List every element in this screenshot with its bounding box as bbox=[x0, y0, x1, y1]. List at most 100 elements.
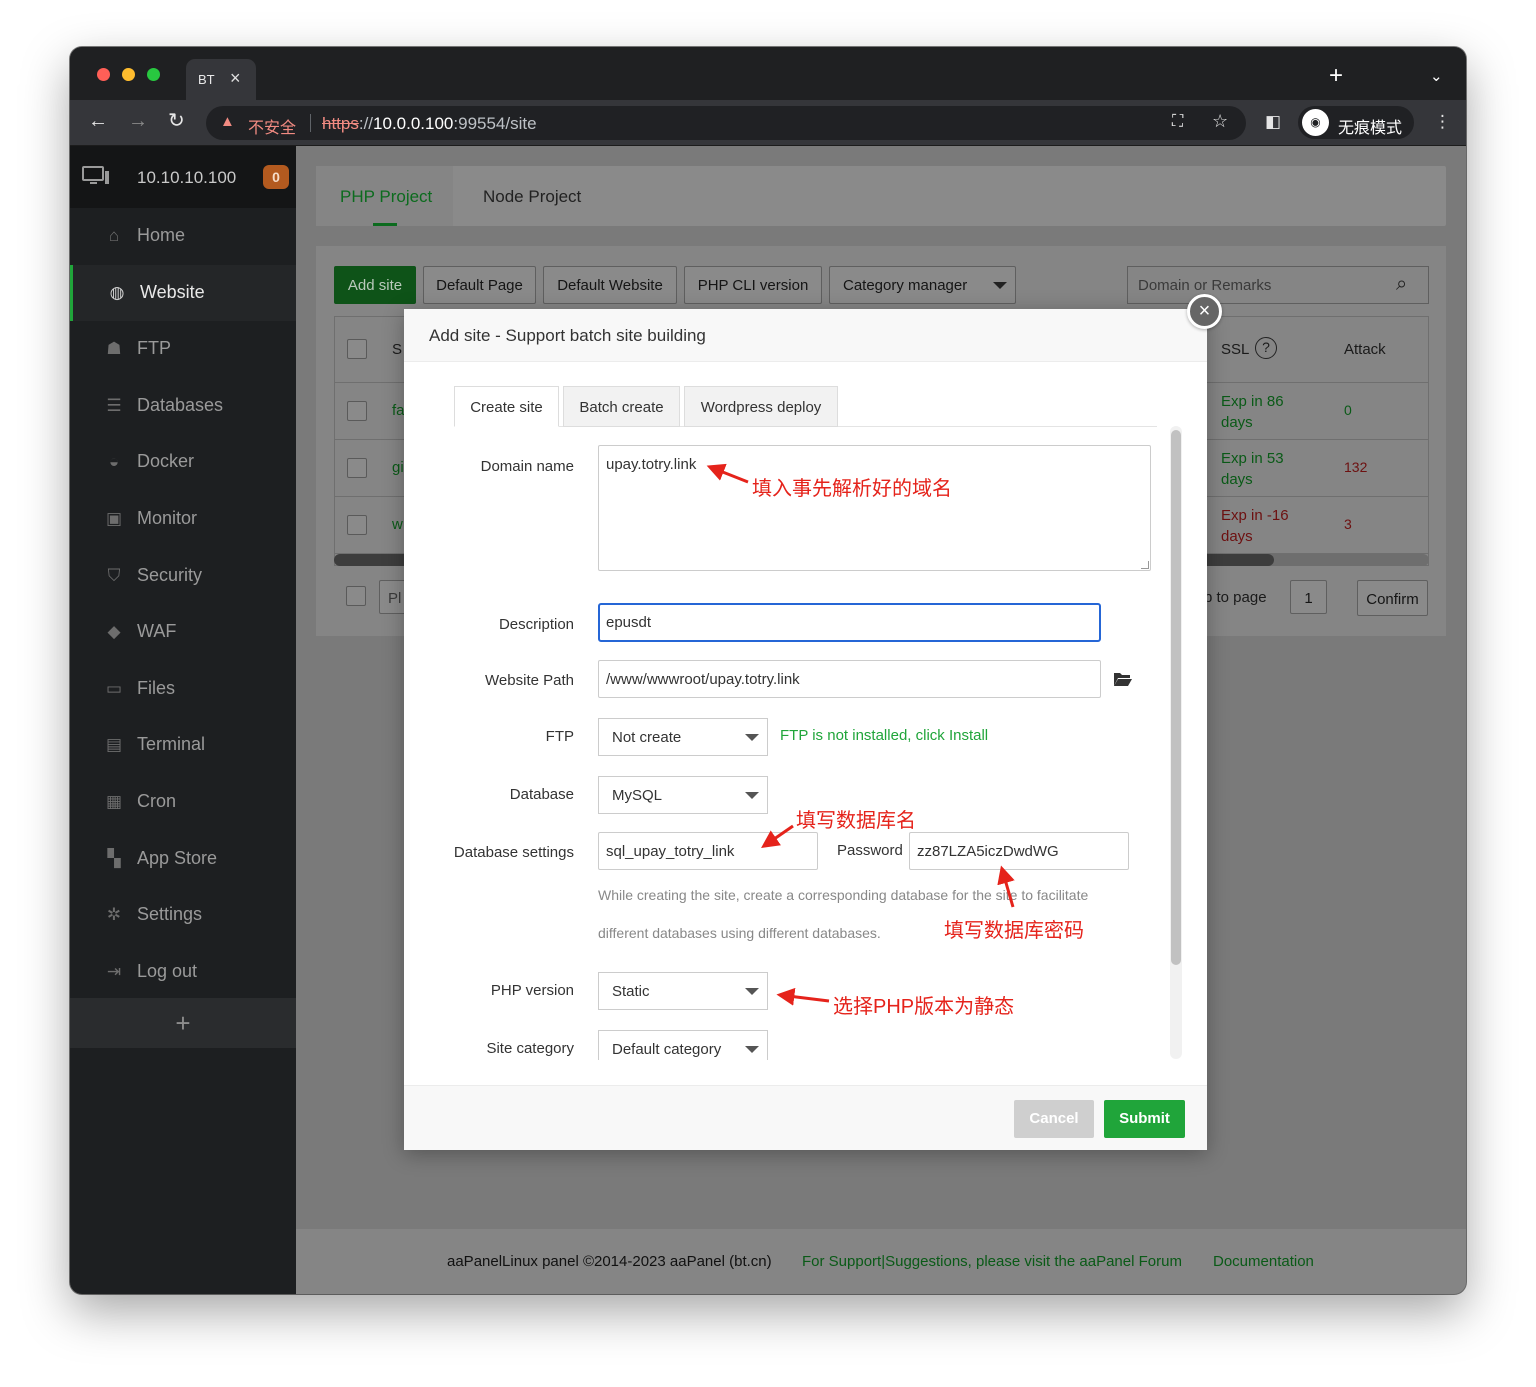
submit-button[interactable]: Submit bbox=[1104, 1100, 1185, 1138]
ssl-status[interactable]: Exp in 53 days bbox=[1221, 448, 1301, 490]
sidepanel-icon[interactable]: ◧ bbox=[1265, 112, 1281, 132]
incognito-badge[interactable]: ◉ 无痕模式 bbox=[1298, 106, 1414, 139]
sidebar-item-label: Docker bbox=[137, 451, 195, 472]
sidebar-add-button[interactable]: + bbox=[70, 998, 296, 1048]
ftp-icon: ☗ bbox=[106, 339, 122, 359]
waf-icon: ◆ bbox=[107, 622, 121, 642]
sidebar-item-waf[interactable]: ◆ WAF bbox=[70, 604, 296, 660]
sidebar-item-terminal[interactable]: ▤ Terminal bbox=[70, 717, 296, 773]
tab-node-project-label: Node Project bbox=[483, 187, 582, 206]
sidebar-item-label: Databases bbox=[137, 394, 224, 415]
tab-close-icon[interactable]: × bbox=[230, 68, 241, 89]
arrow-to-db-name bbox=[761, 824, 794, 849]
add-site-dialog: Add site - Support batch site building C… bbox=[404, 309, 1207, 1150]
sidebar-item-log-out[interactable]: ⇥ Log out bbox=[70, 944, 296, 1000]
incognito-label: 无痕模式 bbox=[1338, 120, 1403, 137]
terminal-icon: ▤ bbox=[105, 735, 123, 755]
forward-arrow-icon[interactable]: → bbox=[128, 110, 148, 132]
row-checkbox[interactable] bbox=[347, 458, 367, 478]
globe-icon: ◍ bbox=[109, 282, 125, 302]
sidebar-item-home[interactable]: ⌂ Home bbox=[70, 208, 296, 264]
minimize-window-button[interactable] bbox=[122, 68, 135, 81]
sidebar-item-label: Files bbox=[137, 677, 176, 698]
header-ssl[interactable]: SSL bbox=[1221, 341, 1249, 358]
tab-search-chevron-icon[interactable]: ⌄ bbox=[1430, 67, 1443, 85]
sidebar-item-cron[interactable]: ▦ Cron bbox=[70, 774, 296, 830]
site-name-link[interactable]: fa bbox=[392, 402, 405, 419]
sidebar-item-files[interactable]: ▭ Files bbox=[70, 661, 296, 717]
sidebar-item-label: Website bbox=[140, 281, 205, 302]
gear-icon: ✲ bbox=[106, 905, 122, 925]
page-number-input[interactable]: 1 bbox=[1290, 580, 1327, 614]
header-attack[interactable]: Attack bbox=[1344, 341, 1386, 358]
docker-icon: ◒ bbox=[108, 452, 120, 472]
new-tab-icon[interactable]: + bbox=[1329, 64, 1343, 88]
reload-icon[interactable]: ↻ bbox=[168, 110, 185, 132]
sidebar-item-label: Security bbox=[137, 564, 203, 585]
close-window-button[interactable] bbox=[97, 68, 110, 81]
row-checkbox[interactable] bbox=[347, 401, 367, 421]
site-name-link[interactable]: gi bbox=[392, 459, 404, 476]
insecure-label: 不安全 bbox=[248, 120, 297, 137]
attack-count[interactable]: 0 bbox=[1344, 402, 1352, 418]
attack-count[interactable]: 132 bbox=[1344, 459, 1367, 475]
sidebar-item-label: Cron bbox=[137, 791, 177, 811]
tab-strip: BT × + ⌄ bbox=[70, 47, 1466, 100]
php-cli-version-button[interactable]: PHP CLI version bbox=[684, 266, 822, 304]
sidebar-item-app-store[interactable]: ▚ App Store bbox=[70, 831, 296, 887]
footer-docs-link[interactable]: Documentation bbox=[1213, 1253, 1314, 1270]
ssl-status[interactable]: Exp in 86 days bbox=[1221, 391, 1301, 433]
tab-php-project[interactable]: PHP Project bbox=[316, 166, 453, 226]
jump-to-page-label: p to page bbox=[1204, 589, 1267, 606]
warning-icon: ▲ bbox=[220, 113, 235, 130]
sidebar-item-ftp[interactable]: ☗ FTP bbox=[70, 321, 296, 377]
sidebar-item-monitor[interactable]: ▣ Monitor bbox=[70, 491, 296, 547]
chevron-down-icon bbox=[993, 282, 1007, 289]
sidebar-item-website[interactable]: ◍ Website bbox=[70, 264, 296, 321]
back-arrow-icon[interactable]: ← bbox=[88, 110, 108, 132]
add-site-button[interactable]: Add site bbox=[334, 266, 416, 304]
cancel-button[interactable]: Cancel bbox=[1014, 1100, 1094, 1138]
sidebar-item-security[interactable]: ⛉ Security bbox=[70, 548, 296, 604]
help-icon[interactable]: ? bbox=[1255, 337, 1277, 359]
batch-select-checkbox[interactable] bbox=[346, 586, 366, 606]
sidebar-item-docker[interactable]: ◒ Docker bbox=[70, 434, 296, 490]
footer-copyright: aaPanelLinux panel ©2014-2023 aaPanel (b… bbox=[447, 1253, 772, 1270]
sidebar-item-databases[interactable]: ☰ Databases bbox=[70, 378, 296, 434]
tab-node-project[interactable]: Node Project bbox=[453, 166, 613, 226]
default-website-button[interactable]: Default Website bbox=[543, 266, 677, 304]
active-tab-underline bbox=[373, 223, 397, 226]
url-text: https://10.0.0.100:99554/site bbox=[322, 114, 537, 133]
search-placeholder: Domain or Remarks bbox=[1138, 277, 1272, 294]
incognito-icon: ◉ bbox=[1302, 109, 1329, 136]
select-all-checkbox[interactable] bbox=[347, 339, 367, 359]
default-page-button[interactable]: Default Page bbox=[423, 266, 536, 304]
notification-badge[interactable]: 0 bbox=[263, 165, 289, 189]
confirm-page-button[interactable]: Confirm bbox=[1357, 580, 1428, 616]
sidebar-item-settings[interactable]: ✲ Settings bbox=[70, 887, 296, 943]
home-icon: ⌂ bbox=[108, 226, 120, 245]
ssl-status[interactable]: Exp in -16 days bbox=[1221, 505, 1301, 547]
maximize-window-button[interactable] bbox=[147, 68, 160, 81]
site-name-link[interactable]: w bbox=[392, 516, 403, 533]
category-manager-select[interactable]: Category manager bbox=[829, 266, 1016, 304]
server-monitor-icon bbox=[82, 166, 109, 184]
more-menu-icon[interactable]: ⋮ bbox=[1434, 112, 1451, 132]
browser-tab[interactable]: BT × bbox=[186, 59, 256, 100]
row-checkbox[interactable] bbox=[347, 515, 367, 535]
translate-icon[interactable]: ⛶ bbox=[1172, 113, 1183, 131]
search-icon[interactable]: ⌕ bbox=[1396, 273, 1407, 296]
sidebar-item-label: Terminal bbox=[137, 734, 206, 755]
address-bar[interactable]: ▲ 不安全 https://10.0.0.100:99554/site ⛶ ☆ bbox=[206, 106, 1246, 140]
bookmark-star-icon[interactable]: ☆ bbox=[1212, 111, 1228, 132]
header-site[interactable]: S bbox=[392, 341, 402, 358]
site-search-input[interactable]: Domain or Remarks ⌕ bbox=[1127, 266, 1429, 304]
sidebar-item-label: FTP bbox=[137, 338, 171, 359]
attack-count[interactable]: 3 bbox=[1344, 516, 1352, 532]
database-icon: ☰ bbox=[106, 395, 122, 415]
sidebar: 10.10.10.100 0 ⌂ Home ◍ Website ☗ FTP ☰ Databas… bbox=[70, 146, 296, 1294]
annotation-arrows bbox=[706, 463, 1015, 1006]
dialog-close-icon[interactable]: × bbox=[1187, 294, 1222, 329]
address-divider bbox=[310, 114, 311, 132]
footer-support-link[interactable]: For Support|Suggestions, please visit th… bbox=[802, 1253, 1182, 1270]
